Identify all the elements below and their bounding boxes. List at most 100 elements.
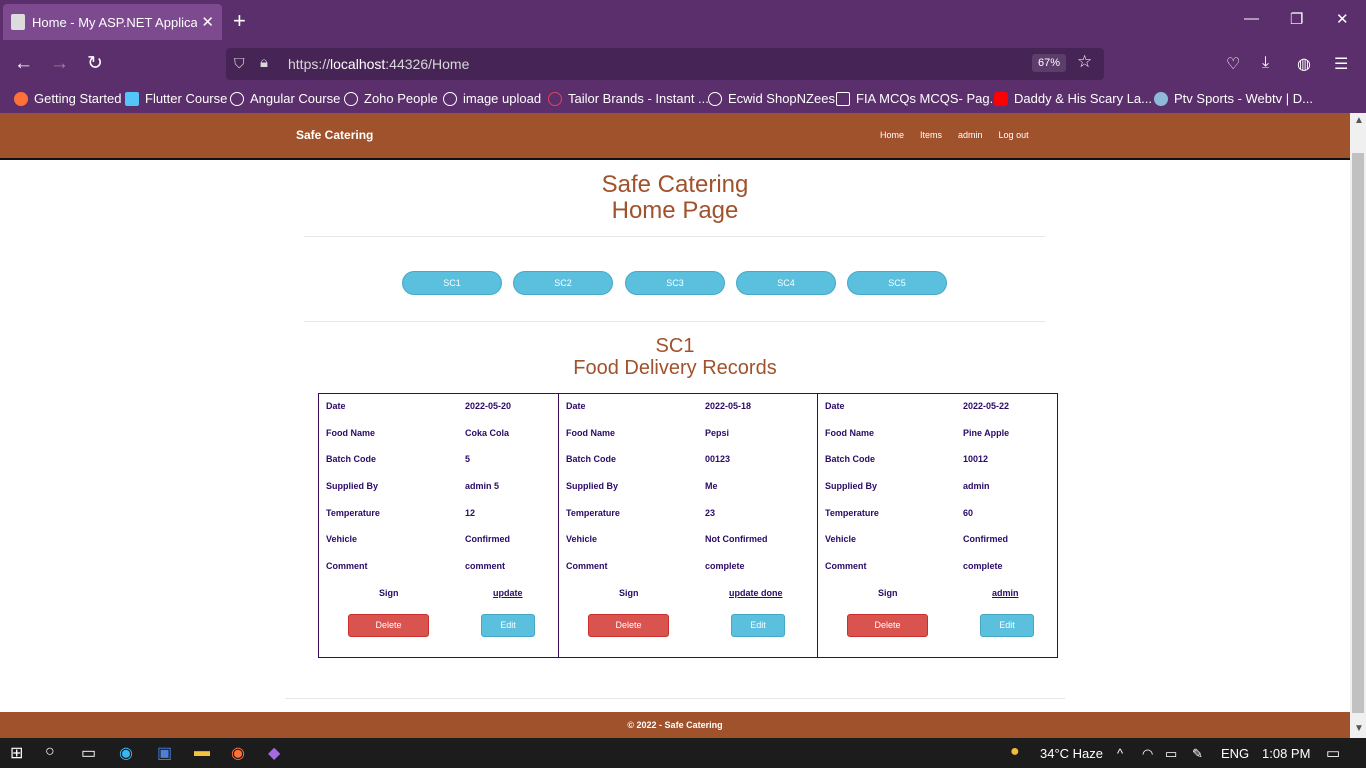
record-field-value: comment <box>465 561 506 571</box>
divider <box>304 321 1045 322</box>
sign-label: Sign <box>379 588 399 598</box>
flutter-icon <box>125 91 139 106</box>
task-view-icon[interactable]: ▭ <box>81 743 96 763</box>
edge-icon[interactable]: ◉ <box>119 743 133 763</box>
record-field-label: Temperature <box>825 508 879 518</box>
record-field-label: Batch Code <box>326 454 377 464</box>
section-title: SC1 <box>655 335 695 357</box>
back-icon[interactable]: ← <box>14 53 33 75</box>
lock-icon[interactable]: 🔒︎ <box>260 54 268 71</box>
reload-icon[interactable]: ↻ <box>87 53 103 75</box>
record-field-label: Vehicle <box>566 534 598 544</box>
tab-title: Home - My ASP.NET Application <box>32 14 198 30</box>
forward-icon[interactable]: → <box>50 53 69 75</box>
address-bar[interactable]: ⛉ 🔒︎ https://localhost:44326/Home 67% ☆ <box>226 48 1104 80</box>
edit-button[interactable]: Edit <box>731 614 785 637</box>
bookmark-item[interactable]: image upload <box>443 91 541 106</box>
record-field-label: Food Name <box>326 428 376 438</box>
browser-tab[interactable]: Home - My ASP.NET Application ✕ <box>3 4 222 40</box>
scroll-up-icon[interactable]: ▲ <box>1354 115 1364 126</box>
delete-button[interactable]: Delete <box>588 614 669 637</box>
scrollbar-thumb[interactable] <box>1352 153 1364 713</box>
nav-home[interactable]: Home <box>880 130 904 140</box>
word-icon[interactable]: ▣ <box>157 743 172 763</box>
bookmark-item[interactable]: Ptv Sports - Webtv | D... <box>1154 91 1313 106</box>
pocket-icon[interactable]: ♡ <box>1226 54 1240 74</box>
notifications-icon[interactable]: ▭ <box>1326 744 1340 762</box>
globe-icon <box>708 91 722 106</box>
search-icon[interactable]: ○ <box>45 743 55 761</box>
edit-button[interactable]: Edit <box>481 614 535 637</box>
shield-icon[interactable]: ⛉ <box>234 55 245 72</box>
url-text[interactable]: https://localhost:44326/Home <box>288 56 469 72</box>
nav-items[interactable]: Items <box>920 130 942 140</box>
bookmark-item[interactable]: Zoho People <box>344 91 438 106</box>
zoom-level[interactable]: 67% <box>1032 54 1067 72</box>
close-tab-icon[interactable]: ✕ <box>201 13 214 31</box>
record-field-label: Date <box>825 401 845 411</box>
sc2-button[interactable]: SC2 <box>513 271 613 295</box>
globe-icon[interactable]: ◍ <box>1297 54 1311 74</box>
page-title: Safe Catering <box>601 171 749 198</box>
bookmark-item[interactable]: Daddy & His Scary La... <box>994 91 1152 106</box>
new-tab-icon[interactable]: + <box>233 9 246 33</box>
sc5-button[interactable]: SC5 <box>847 271 947 295</box>
sign-link[interactable]: update <box>493 588 523 598</box>
delete-button[interactable]: Delete <box>847 614 928 637</box>
browser-tab-bar: Home - My ASP.NET Application ✕ + — ❐ ✕ <box>0 0 1366 44</box>
minimize-icon[interactable]: — <box>1244 10 1259 27</box>
record-field-value: 2022-05-18 <box>705 401 752 411</box>
sign-link[interactable]: update done <box>729 588 783 598</box>
bookmark-item[interactable]: Getting Started <box>14 91 121 106</box>
bookmark-item[interactable]: Angular Course <box>230 91 340 106</box>
visual-studio-icon[interactable]: ◆ <box>268 743 280 763</box>
menu-icon[interactable]: ☰ <box>1334 54 1348 74</box>
weather-text[interactable]: 34°C Haze <box>1040 746 1103 761</box>
bookmark-item[interactable]: Flutter Course <box>125 91 227 106</box>
file-explorer-icon[interactable]: ▬ <box>194 743 210 761</box>
close-window-icon[interactable]: ✕ <box>1336 10 1349 28</box>
delete-button[interactable]: Delete <box>348 614 429 637</box>
bookmark-item[interactable]: Ecwid ShopNZees <box>708 91 835 106</box>
record-field-value: Pine Apple <box>963 428 1010 438</box>
record-field-label: Batch Code <box>566 454 617 464</box>
record-field-label: Comment <box>825 561 867 571</box>
site-brand[interactable]: Safe Catering <box>296 128 373 142</box>
sc3-button[interactable]: SC3 <box>625 271 725 295</box>
download-icon[interactable]: ⤓ <box>1262 54 1269 72</box>
record-field-label: Temperature <box>326 508 380 518</box>
pen-icon[interactable]: ✎ <box>1192 746 1203 762</box>
battery-icon[interactable]: ▭ <box>1165 746 1177 762</box>
site-navbar: Safe Catering Home Items admin Log out <box>0 113 1350 160</box>
language-indicator[interactable]: ENG <box>1221 746 1249 761</box>
globe-icon <box>230 91 244 106</box>
scroll-down-icon[interactable]: ▼ <box>1354 723 1364 734</box>
record-field-label: Supplied By <box>825 481 878 491</box>
network-icon[interactable]: ◠ <box>1142 746 1153 762</box>
weather-icon[interactable]: ● <box>1010 743 1020 761</box>
divider <box>285 698 1065 699</box>
sign-link[interactable]: admin <box>992 588 1019 598</box>
page-scrollbar[interactable]: ▲ ▼ <box>1350 113 1366 738</box>
nav-admin[interactable]: admin <box>958 130 983 140</box>
bookmark-star-icon[interactable]: ☆ <box>1077 52 1092 72</box>
bookmark-item[interactable]: FIA MCQs MCQS- Pag... <box>836 91 1000 106</box>
globe-icon <box>443 91 457 106</box>
sc4-button[interactable]: SC4 <box>736 271 836 295</box>
bookmark-item[interactable]: Tailor Brands - Instant ... <box>548 91 709 106</box>
browser-toolbar: ← → ↻ ⛉ 🔒︎ https://localhost:44326/Home … <box>0 44 1366 85</box>
record-field-label: Date <box>566 401 586 411</box>
restore-icon[interactable]: ❐ <box>1290 10 1303 28</box>
sc1-button[interactable]: SC1 <box>402 271 502 295</box>
edit-button[interactable]: Edit <box>980 614 1034 637</box>
firefox-icon[interactable]: ◉ <box>231 743 245 763</box>
record-field-value: 12 <box>465 508 476 518</box>
record-field-value: Coka Cola <box>465 428 510 438</box>
show-hidden-icon[interactable]: ^ <box>1117 746 1123 761</box>
windows-taskbar: ⊞ ○ ▭ ◉ ▣ ▬ ◉ ◆ ● 34°C Haze ^ ◠ ▭ ✎ ENG … <box>0 738 1366 768</box>
windows-start-icon[interactable]: ⊞ <box>10 743 23 763</box>
nav-logout[interactable]: Log out <box>999 130 1029 140</box>
clock[interactable]: 1:08 PM <box>1262 746 1310 761</box>
page-icon <box>836 91 850 106</box>
record-field-value: complete <box>705 561 745 571</box>
